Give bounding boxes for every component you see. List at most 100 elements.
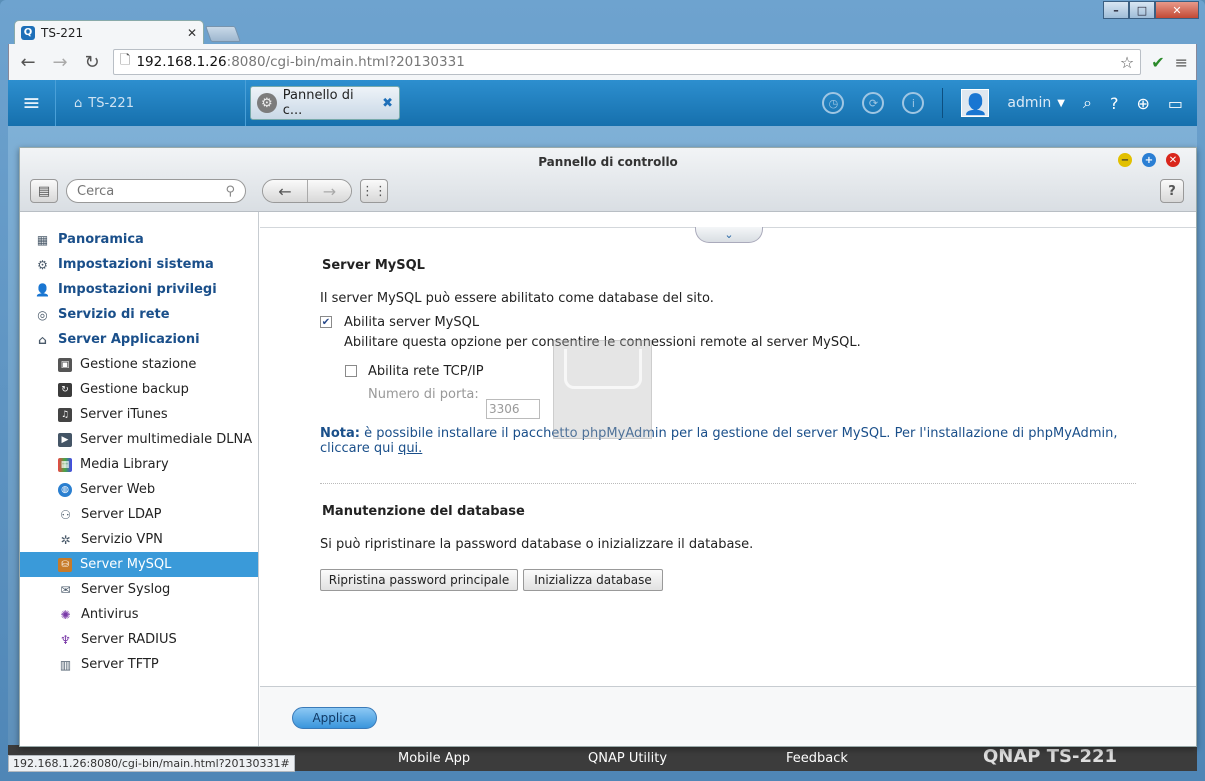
home-label: TS-221 [88, 95, 134, 111]
toggle-sidebar-icon[interactable]: ▤ [30, 179, 58, 203]
sidebar-item-label: Server Syslog [81, 582, 171, 597]
sidebar-item-label: Impostazioni privilegi [58, 282, 217, 297]
sidebar-item-impostazioni-privilegi[interactable]: 👤 Impostazioni privilegi [20, 277, 258, 302]
sidebar-item-label: Server MySQL [80, 557, 172, 572]
sidebar-item-panoramica[interactable]: ▦ Panoramica [20, 227, 258, 252]
back-arrow-icon[interactable]: ← [17, 52, 39, 73]
sidebar-item-server-multimediale-dlna[interactable]: ▶ Server multimediale DLNA [20, 427, 258, 452]
browser-tab-strip: Q TS-221 ✕ [14, 20, 241, 44]
enable-tcp-checkbox[interactable] [345, 365, 357, 377]
close-window-button[interactable]: ✕ [1155, 1, 1199, 19]
phpmyadmin-link[interactable]: qui. [398, 441, 422, 456]
sidebar-item-gestione-backup[interactable]: ↻ Gestione backup [20, 377, 258, 402]
enable-mysql-checkbox[interactable]: ✔ [320, 316, 332, 328]
url-host: 192.168.1.26 [136, 54, 227, 70]
collapse-toggle[interactable]: ⌄ [695, 227, 763, 243]
note-prefix: Nota: [320, 426, 360, 441]
sidebar-item-server-radius[interactable]: ♆ Server RADIUS [20, 627, 258, 652]
minimize-icon[interactable]: − [1118, 153, 1132, 167]
reset-password-button[interactable]: Ripristina password principale [320, 569, 518, 591]
close-app-tab-icon[interactable]: ✖ [382, 96, 393, 111]
init-database-button[interactable]: Inizializza database [523, 569, 663, 591]
sidebar-item-server-web[interactable]: ◍ Server Web [20, 477, 258, 502]
backup-icon: ↻ [58, 382, 72, 397]
qnap-utility-shortcut[interactable]: QNAP Utility [588, 751, 667, 766]
maximize-icon[interactable]: + [1142, 153, 1156, 167]
back-arrow-icon[interactable]: ← [263, 180, 307, 202]
extension-icon[interactable]: ✔ [1151, 53, 1164, 72]
close-tab-icon[interactable]: ✕ [187, 26, 197, 40]
maximize-window-button[interactable]: □ [1129, 1, 1155, 19]
sidebar-item-server-itunes[interactable]: ♫ Server iTunes [20, 402, 258, 427]
status-bar-url: 192.168.1.26:8080/cgi-bin/main.html?2013… [8, 755, 295, 772]
minimize-window-button[interactable]: – [1103, 1, 1129, 19]
enable-mysql-label[interactable]: Abilita server MySQL [344, 315, 479, 330]
sidebar-item-label: Server Applicazioni [58, 332, 200, 347]
app-tab-label: Pannello di c... [282, 88, 354, 118]
close-icon[interactable]: ✕ [1166, 153, 1180, 167]
sidebar-item-server-mysql[interactable]: ⛁ Server MySQL [20, 552, 258, 577]
sidebar-item-servizio-vpn[interactable]: ✲ Servizio VPN [20, 527, 258, 552]
sidebar-item-gestione-stazione[interactable]: ▣ Gestione stazione [20, 352, 258, 377]
help-icon[interactable]: ? [1160, 179, 1184, 203]
sidebar-item-servizio-di-rete[interactable]: ◎ Servizio di rete [20, 302, 258, 327]
chevron-down-icon[interactable]: ▼ [1057, 98, 1065, 109]
control-panel-app-tab[interactable]: ⚙ Pannello di c... ✖ [250, 86, 400, 120]
clock-icon[interactable]: ◷ [822, 92, 845, 114]
sidebar-item-server-syslog[interactable]: ✉ Server Syslog [20, 577, 258, 602]
user-name[interactable]: admin [1007, 95, 1051, 111]
new-tab-button[interactable] [205, 26, 241, 42]
database-icon: ⛁ [58, 557, 72, 572]
grid-view-icon[interactable]: ⋮⋮ [360, 179, 388, 203]
star-icon[interactable]: ☆ [1120, 53, 1134, 72]
help-icon[interactable]: ? [1110, 94, 1119, 113]
applications-icon: ⌂ [38, 332, 47, 347]
window-controls: – □ ✕ [1103, 1, 1199, 19]
mobile-app-shortcut[interactable]: Mobile App [398, 751, 470, 766]
panel-footer: Applica [260, 686, 1196, 746]
reload-icon[interactable]: ↻ [81, 52, 103, 73]
maintenance-section-title: Manutenzione del database [322, 504, 525, 519]
qnap-top-bar: ≡ ⌂ TS-221 ⚙ Pannello di c... ✖ ◷ ⟳ i 👤 … [8, 80, 1197, 126]
apply-button[interactable]: Applica [292, 707, 377, 729]
main-menu-icon[interactable]: ≡ [8, 80, 56, 126]
control-panel-window: Pannello di controllo − + ✕ ▤ ⚲ ← → ⋮⋮ ?… [19, 147, 1197, 747]
qnap-favicon-icon: Q [21, 25, 35, 40]
sidebar-item-impostazioni-sistema[interactable]: ⚙ Impostazioni sistema [20, 252, 258, 277]
history-nav: ← → [262, 179, 352, 203]
sidebar-item-server-applicazioni[interactable]: ⌂ Server Applicazioni [20, 327, 258, 352]
search-icon[interactable]: ⚲ [225, 184, 235, 199]
address-bar[interactable]: 🗋 192.168.1.26:8080/cgi-bin/main.html?20… [113, 49, 1142, 75]
globe-icon: ◍ [58, 482, 72, 497]
enable-tcp-label[interactable]: Abilita rete TCP/IP [368, 364, 484, 379]
home-button[interactable]: ⌂ TS-221 [56, 80, 246, 126]
search-box[interactable]: ⚲ [66, 179, 246, 203]
browser-tab[interactable]: Q TS-221 ✕ [14, 20, 204, 44]
sidebar-item-server-tftp[interactable]: ▥ Server TFTP [20, 652, 258, 677]
sidebar-item-label: Servizio VPN [81, 532, 163, 547]
search-icon[interactable]: ⌕ [1083, 93, 1092, 113]
menu-icon[interactable]: ≡ [1175, 53, 1188, 72]
sync-icon[interactable]: ⟳ [862, 92, 885, 114]
port-input[interactable] [486, 399, 540, 419]
globe-icon[interactable]: ⊕ [1136, 94, 1149, 113]
sidebar-item-label: Panoramica [58, 232, 144, 247]
feedback-shortcut[interactable]: Feedback [786, 751, 848, 766]
info-icon[interactable]: i [902, 92, 925, 114]
network-icon: ◎ [37, 307, 48, 322]
mysql-section-title: Server MySQL [322, 258, 425, 273]
sidebar-item-server-ldap[interactable]: ⚇ Server LDAP [20, 502, 258, 527]
sidebar-item-antivirus[interactable]: ✺ Antivirus [20, 602, 258, 627]
search-input[interactable] [77, 183, 226, 199]
forward-arrow-icon[interactable]: → [49, 52, 71, 73]
sidebar-item-label: Server LDAP [81, 507, 162, 522]
sidebar-item-media-library[interactable]: ▦ Media Library [20, 452, 258, 477]
qnap-right-tools: ◷ ⟳ i 👤 admin ▼ ⌕ ? ⊕ ▭ [822, 88, 1197, 118]
radius-icon: ♆ [60, 632, 71, 647]
sidebar-item-label: Server RADIUS [81, 632, 177, 647]
monitor-icon[interactable]: ▭ [1168, 94, 1183, 113]
forward-arrow-icon[interactable]: → [307, 180, 351, 202]
sidebar-item-label: Server TFTP [81, 657, 159, 672]
phpmyadmin-note: Nota: è possibile installare il pacchett… [320, 426, 1150, 456]
avatar[interactable]: 👤 [961, 89, 990, 117]
